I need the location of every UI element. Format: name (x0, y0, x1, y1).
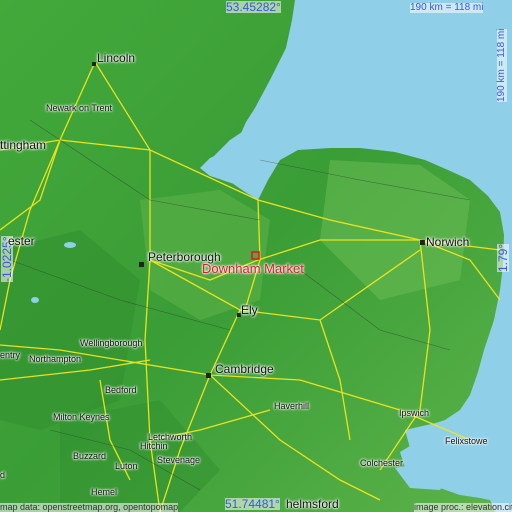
lake (64, 242, 76, 248)
city-label-cambridge: Cambridge (215, 362, 274, 376)
city-label-stevenage: Stevenage (157, 455, 201, 465)
longitude-right-label: 1.79° (496, 243, 510, 272)
city-label-haverhill: Haverhill (274, 401, 310, 411)
elevation-map[interactable] (0, 0, 512, 512)
city-label-ipswich: Ipswich (399, 408, 430, 418)
city-label-nottingham: ttingham (0, 138, 47, 152)
city-label-ely: Ely (241, 303, 258, 317)
latitude-top-label: 53.45282° (226, 0, 281, 14)
city-label-bedford: Bedford (105, 385, 137, 395)
city-label-buzzard: Buzzard (73, 451, 107, 461)
city-label-hitchin: Hitchin (140, 441, 168, 451)
scale-vertical-label: 190 km = 118 mi (496, 28, 507, 102)
city-label-norwich: Norwich (426, 235, 470, 249)
city-label-d: d (0, 470, 6, 480)
lake (31, 297, 39, 303)
city-label-chelmsford: helmsford (286, 497, 339, 511)
city-label-peterborough: Peterborough (148, 250, 221, 264)
city-label-leicester: ester (8, 234, 35, 248)
city-label-entry: entry (0, 350, 21, 360)
attribution-left: map data: openstreetmap.org, opentopomap (0, 502, 179, 512)
city-label-luton: Luton (115, 461, 138, 471)
city-label-northampton: Northampton (29, 354, 82, 364)
city-label-newark: Newark on Trent (46, 103, 113, 113)
city-label-colchester: Colchester (360, 458, 404, 468)
latitude-bottom-label: 51.74481° (225, 497, 280, 511)
city-label-milton-keynes: Milton Keynes (53, 412, 110, 422)
attribution-right: image proc.: elevation.city (414, 503, 512, 512)
city-label-felixstowe: Felixstowe (445, 436, 488, 446)
city-label-wellingborough: Wellingborough (80, 338, 143, 348)
city-label-hemel: Hemel (91, 487, 118, 497)
city-label-lincoln: Lincoln (97, 51, 136, 65)
scale-horizontal-label: 190 km = 118 mi (410, 2, 484, 13)
